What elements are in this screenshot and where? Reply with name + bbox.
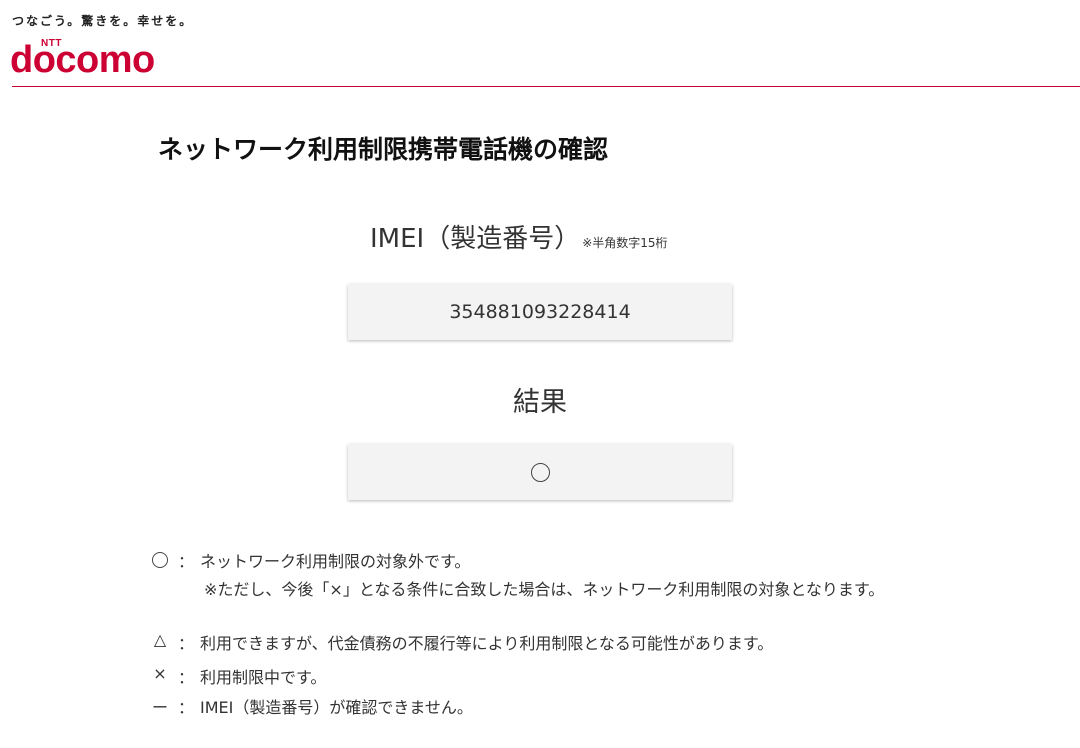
legend-text: 利用できますが、代金債務の不履行等により利用制限となる可能性があります。 (200, 634, 774, 653)
circle-icon (152, 552, 168, 568)
logo-wordmark: docomo (10, 39, 155, 81)
legend-symbol: ー (151, 698, 168, 717)
legend-colon: ： (178, 552, 195, 571)
legend-item-circle: ： ネットワーク利用制限の対象外です。 ※ただし、今後「×」となる条件に合致した… (148, 548, 948, 599)
legend-item-triangle: △ ： 利用できますが、代金債務の不履行等により利用制限となる可能性があります。 (148, 630, 948, 656)
imei-value: 354881093228414 (449, 301, 631, 323)
circle-icon (530, 462, 550, 482)
legend-item-cross: × ： 利用制限中です。 (148, 664, 948, 690)
legend-item-dash: ー ： IMEI（製造番号）が確認できません。 (148, 694, 948, 720)
legend-symbol: △ (153, 630, 167, 649)
brand-tagline: つなごう。驚きを。幸せを。 (12, 14, 194, 28)
imei-label-text: IMEI（製造番号） (370, 224, 581, 254)
imei-value-field: 354881093228414 (348, 284, 732, 340)
legend-colon: ： (178, 668, 195, 687)
result-value-field (348, 444, 732, 500)
legend-text: 利用制限中です。 (200, 668, 327, 687)
imei-label: IMEI（製造番号） ※半角数字15桁 (370, 218, 668, 255)
result-label: 結果 (513, 387, 567, 418)
page-title: ネットワーク利用制限携帯電話機の確認 (158, 135, 609, 164)
site-header: つなごう。驚きを。幸せを。 NTT docomo (0, 0, 1080, 88)
header-divider (12, 86, 1080, 87)
legend-symbol (148, 548, 172, 572)
imei-format-note: ※半角数字15桁 (582, 236, 668, 250)
legend-text: ネットワーク利用制限の対象外です。 (200, 552, 471, 571)
legend-colon: ： (178, 698, 195, 717)
legend-symbol: × (153, 664, 167, 683)
docomo-logo[interactable]: NTT docomo (10, 38, 180, 80)
legend-note: ※ただし、今後「×」となる条件に合致した場合は、ネットワーク利用制限の対象となり… (204, 580, 885, 599)
legend-colon: ： (178, 634, 195, 653)
legend-text: IMEI（製造番号）が確認できません。 (200, 698, 473, 717)
